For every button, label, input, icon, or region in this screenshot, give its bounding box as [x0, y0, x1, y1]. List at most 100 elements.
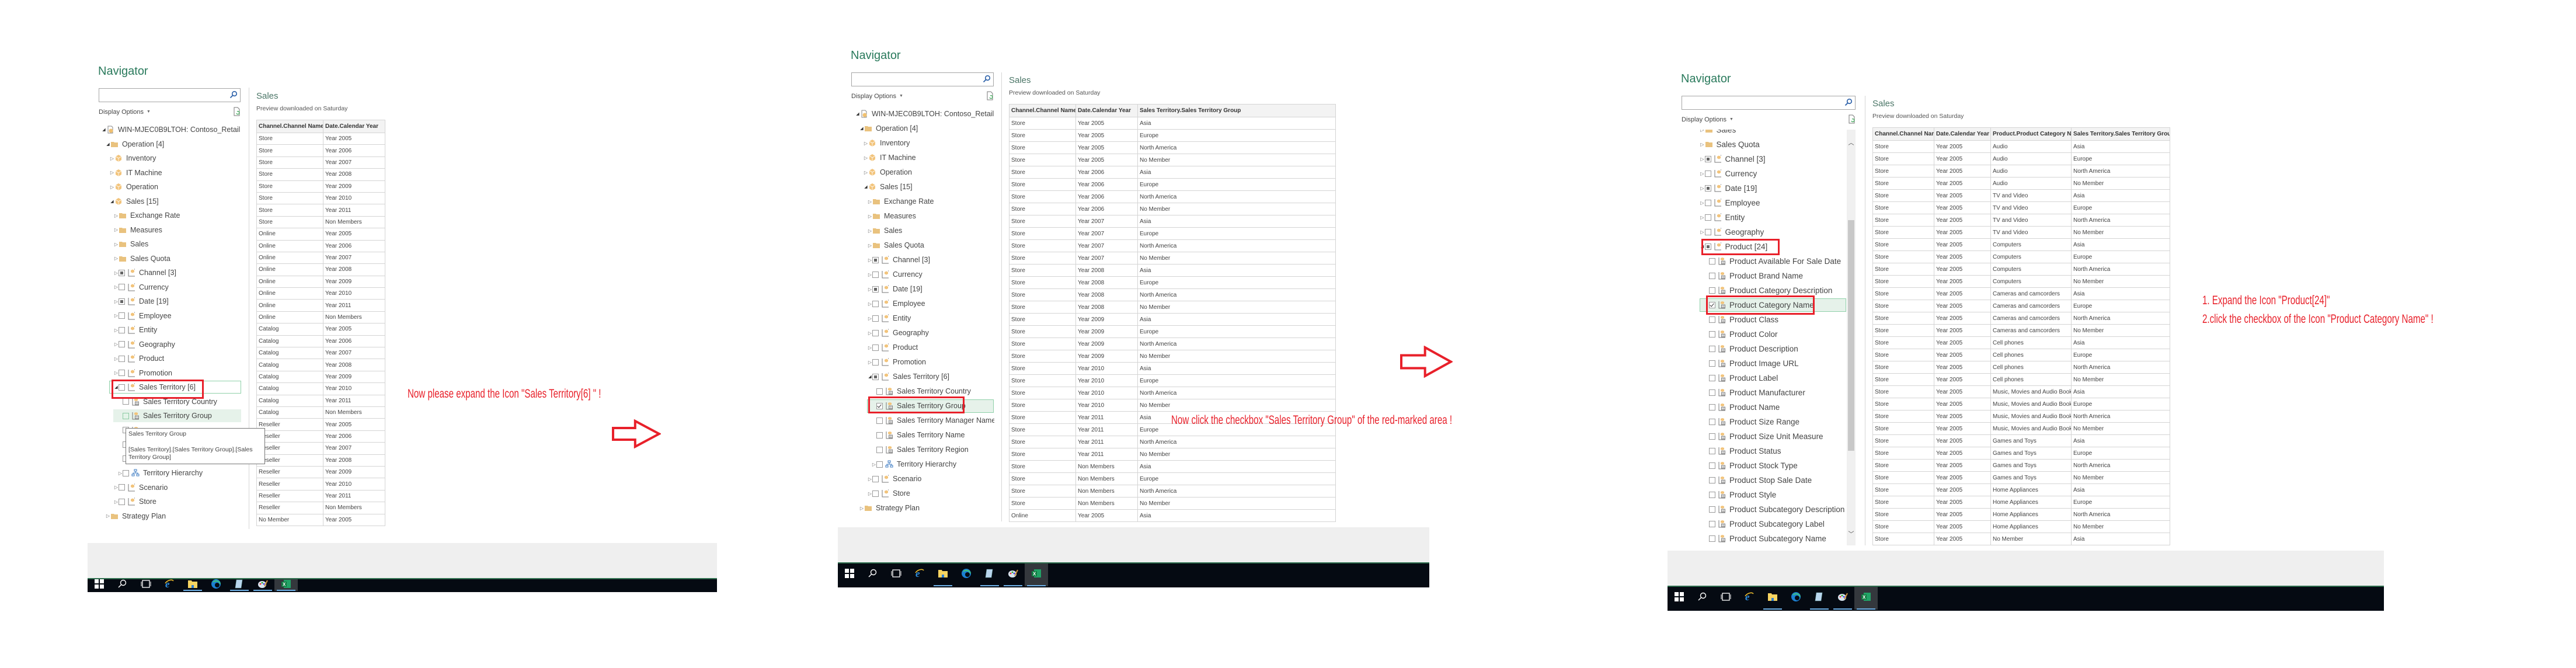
tree-item-checkbox[interactable] [872, 359, 879, 366]
column-header[interactable]: Channel.Channel Name [1009, 104, 1076, 117]
tree-item-checkbox[interactable] [119, 298, 125, 305]
tree-item[interactable]: Product Color [1704, 327, 1778, 342]
tree-item[interactable]: Sales Territory Group [118, 409, 212, 423]
collapsed-arrow-icon[interactable]: ▷ [864, 155, 868, 161]
tree-item[interactable]: ◢ Sales Territory [6] [868, 370, 949, 384]
tree-item[interactable]: Product Name [1704, 400, 1780, 415]
taskbar-button[interactable] [204, 579, 228, 591]
taskbar-button[interactable] [1831, 587, 1854, 610]
collapsed-arrow-icon[interactable]: ▷ [1700, 142, 1705, 147]
taskbar-button[interactable] [861, 563, 885, 586]
taskbar-button[interactable]: X [274, 579, 298, 591]
tree-item[interactable]: Product Subcategory Label [1704, 517, 1825, 531]
tree-item-checkbox[interactable] [1709, 476, 1715, 483]
collapsed-arrow-icon[interactable]: ▷ [868, 243, 872, 248]
collapsed-arrow-icon[interactable]: ▷ [1700, 200, 1705, 206]
tree-item[interactable]: ◢ Sales [15] [110, 194, 158, 208]
tree-item-checkbox[interactable] [1704, 199, 1711, 206]
collapsed-arrow-icon[interactable]: ▷ [114, 242, 119, 247]
tree-item-checkbox[interactable] [1709, 418, 1715, 425]
display-options-dropdown[interactable]: Display Options ▼ [1682, 116, 1733, 124]
tree-item-checkbox[interactable] [1709, 403, 1715, 410]
refresh-icon[interactable] [1849, 114, 1856, 124]
tree-item[interactable]: ▷ Channel [3] [1700, 152, 1765, 166]
tree-item[interactable]: Product Image URL [1704, 356, 1799, 371]
collapsed-arrow-icon[interactable]: ▷ [868, 301, 872, 307]
collapsed-arrow-icon[interactable]: ▷ [859, 506, 864, 511]
column-header[interactable]: Date.Calendar Year [323, 120, 385, 133]
taskbar-button[interactable] [88, 579, 111, 591]
tree-item-checkbox[interactable] [872, 300, 879, 307]
tree-item[interactable]: ▷ Channel [3] [114, 266, 176, 280]
tree-item-checkbox[interactable] [1704, 170, 1711, 177]
tree-item[interactable]: ▷ Strategy Plan [106, 509, 166, 523]
tree-item[interactable]: Product Size Range [1704, 415, 1799, 429]
tree-item-checkbox[interactable] [119, 341, 125, 347]
collapsed-arrow-icon[interactable]: ▷ [868, 316, 872, 321]
tree-item[interactable]: ▷ Store [868, 486, 910, 501]
tree-item[interactable]: ▷ Inventory [864, 136, 910, 151]
tree-item[interactable]: ▷ Inventory [110, 151, 156, 166]
tree-item[interactable]: Product Brand Name [1704, 269, 1803, 283]
tree-item[interactable]: ▷ Scenario [114, 480, 168, 495]
tree-item-checkbox[interactable] [876, 446, 883, 453]
tree-item[interactable]: ▷ Promotion [114, 366, 172, 380]
collapsed-arrow-icon[interactable]: ▷ [114, 299, 119, 304]
taskbar-button[interactable] [134, 579, 158, 591]
tree-item-checkbox[interactable] [872, 271, 879, 278]
tree-item[interactable]: ▷ Employee [868, 297, 925, 311]
tree-item[interactable]: ▷ Measures [868, 209, 916, 224]
tree-item[interactable]: ▷ Entity [114, 323, 157, 338]
collapsed-arrow-icon[interactable]: ▷ [114, 328, 119, 333]
taskbar-button[interactable] [838, 563, 861, 586]
tree-item[interactable]: Product Stock Type [1704, 458, 1798, 473]
collapsed-arrow-icon[interactable]: ▷ [1700, 156, 1705, 162]
tree-item[interactable]: ▷ Sales [1700, 130, 1736, 137]
search-input[interactable] [1682, 96, 1856, 110]
column-header[interactable]: Channel.Channel Name [256, 120, 323, 133]
tree-item-checkbox[interactable] [1709, 389, 1715, 396]
tree-item-checkbox[interactable] [872, 373, 879, 380]
tree-item-checkbox[interactable] [1709, 447, 1715, 454]
tree-item-checkbox[interactable] [872, 315, 879, 322]
collapsed-arrow-icon[interactable]: ▷ [118, 471, 123, 476]
collapsed-arrow-icon[interactable]: ▷ [868, 287, 872, 292]
tree-item[interactable]: Product Stop Sale Date [1704, 473, 1812, 488]
taskbar-button[interactable] [181, 579, 204, 591]
tree-item[interactable]: Sales Territory Region [872, 443, 969, 457]
tree-item[interactable]: ▷ Sales [114, 237, 148, 252]
expanded-arrow-icon[interactable]: ◢ [859, 126, 864, 131]
collapsed-arrow-icon[interactable]: ▷ [110, 170, 114, 175]
taskbar-button[interactable] [885, 563, 908, 586]
tree-item[interactable]: ▷ Currency [868, 267, 923, 282]
tree-item[interactable]: ▷ Geography [114, 337, 175, 352]
tree-item[interactable]: ▷ Channel [3] [868, 253, 930, 267]
tree-item[interactable]: ▷ Operation [110, 180, 158, 194]
tree-item-checkbox[interactable] [876, 432, 883, 439]
column-header[interactable]: Sales Territory.Sales Territory Group [2071, 127, 2170, 141]
refresh-icon[interactable] [234, 107, 241, 116]
collapsed-arrow-icon[interactable]: ▷ [114, 213, 119, 218]
expanded-arrow-icon[interactable]: ◢ [102, 127, 106, 132]
collapsed-arrow-icon[interactable]: ▷ [868, 258, 872, 263]
tree-item[interactable]: Product Size Unit Measure [1704, 429, 1823, 444]
collapsed-arrow-icon[interactable]: ▷ [114, 356, 119, 361]
collapsed-arrow-icon[interactable]: ▷ [106, 513, 110, 519]
taskbar-button[interactable] [1761, 587, 1784, 610]
tree-item-checkbox[interactable] [876, 388, 883, 395]
collapsed-arrow-icon[interactable]: ▷ [114, 284, 119, 290]
tree-item-checkbox[interactable] [119, 355, 125, 362]
tree-item-checkbox[interactable] [119, 484, 125, 490]
tree-item[interactable]: ◢ Operation [4] [859, 121, 918, 136]
tree-item-checkbox[interactable] [1709, 287, 1715, 294]
tree-item-checkbox[interactable] [1704, 185, 1711, 192]
tree-scrollbar[interactable]: ︿ ﹀ [1847, 130, 1856, 545]
expanded-arrow-icon[interactable]: ◢ [106, 142, 110, 147]
collapsed-arrow-icon[interactable]: ▷ [114, 270, 119, 276]
collapsed-arrow-icon[interactable]: ▷ [868, 345, 872, 350]
tree-item[interactable]: ▷ Date [19] [114, 294, 169, 309]
tree-item-checkbox[interactable] [1709, 360, 1715, 367]
collapsed-arrow-icon[interactable]: ▷ [114, 342, 119, 347]
tree-item[interactable]: ▷ Employee [114, 308, 172, 323]
collapsed-arrow-icon[interactable]: ▷ [114, 499, 119, 505]
